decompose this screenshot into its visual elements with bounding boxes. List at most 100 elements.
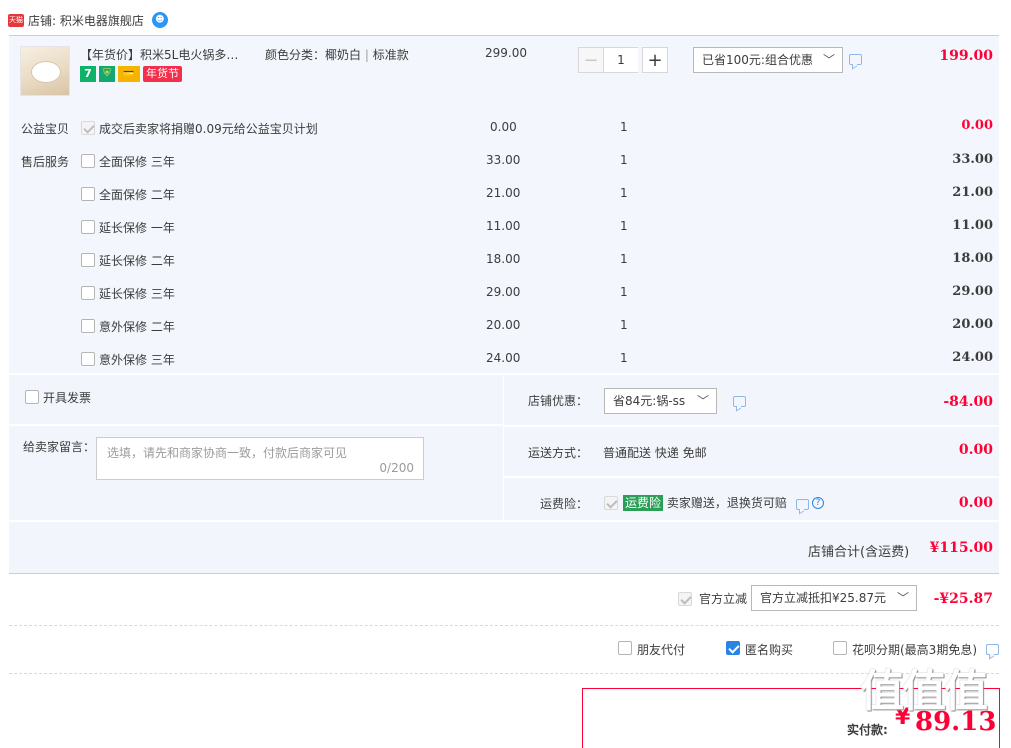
aftersale-label: 售后服务 bbox=[21, 155, 70, 169]
charity-checkbox bbox=[81, 121, 95, 135]
aftersale-option-label: 全面保修 三年 bbox=[99, 155, 175, 169]
message-label: 给卖家留言： bbox=[23, 440, 96, 454]
product-thumbnail[interactable] bbox=[20, 46, 70, 96]
aftersale-checkbox[interactable] bbox=[81, 286, 95, 300]
aftersale-option-total: 33.00 bbox=[952, 152, 993, 167]
aftersale-option-qty: 1 bbox=[620, 219, 628, 233]
aftersale-option-total: 21.00 bbox=[952, 185, 993, 200]
tmall-logo: 天猫 bbox=[8, 13, 24, 27]
item-total: 199.00 bbox=[939, 48, 993, 64]
sku-color: 颜色分类：椰奶白 bbox=[265, 48, 362, 62]
aftersale-checkbox[interactable] bbox=[81, 187, 95, 201]
friend-pay-checkbox[interactable] bbox=[618, 641, 632, 655]
official-discount-select[interactable]: 官方立减抵扣¥25.87元 ﹀ bbox=[751, 585, 917, 611]
anonymous-buy-checkbox[interactable] bbox=[726, 641, 740, 655]
shop-discount-label: 店铺优惠： bbox=[528, 394, 589, 408]
shop-header: 天猫 店铺: 积米电器旗舰店 ☻ bbox=[8, 10, 168, 30]
aftersale-option-qty: 1 bbox=[620, 318, 628, 332]
divider bbox=[9, 424, 503, 426]
aftersale-option-total: 29.00 bbox=[952, 284, 993, 299]
shop-total-label: 店铺合计(含运费) bbox=[808, 545, 910, 560]
wangwang-chat-icon[interactable]: ☻ bbox=[151, 12, 168, 28]
insurance-checkbox bbox=[604, 496, 618, 510]
divider bbox=[504, 425, 999, 427]
shop-discount-value: 省84元:锅-ss bbox=[613, 394, 686, 408]
aftersale-option-qty: 1 bbox=[620, 153, 628, 167]
aftersale-option-price: 21.00 bbox=[486, 186, 521, 200]
charity-price: 0.00 bbox=[490, 120, 517, 134]
official-discount-label: 官方立减 bbox=[699, 592, 748, 606]
official-discount-amount: -¥25.87 bbox=[933, 591, 993, 607]
aftersale-option-qty: 1 bbox=[620, 186, 628, 200]
credit-card-icon: 💳 bbox=[118, 66, 140, 82]
divider-vertical bbox=[503, 375, 504, 520]
aftersale-option-total: 11.00 bbox=[952, 218, 993, 233]
charity-label: 公益宝贝 bbox=[21, 122, 70, 136]
item-promo-select[interactable]: 已省100元:组合优惠 ﹀ bbox=[693, 47, 843, 73]
new-year-festival-badge: 年货节 bbox=[143, 66, 182, 82]
aftersale-option-price: 24.00 bbox=[486, 351, 521, 365]
aftersale-option-total: 18.00 bbox=[952, 251, 993, 266]
shop-total-amount: ¥115.00 bbox=[929, 540, 993, 556]
aftersale-option-qty: 1 bbox=[620, 285, 628, 299]
aftersale-checkbox[interactable] bbox=[81, 220, 95, 234]
discount-chat-icon[interactable] bbox=[733, 396, 746, 407]
aftersale-option-label: 意外保修 二年 bbox=[99, 320, 175, 334]
shipping-method: 普通配送 快递 免邮 bbox=[603, 446, 707, 460]
aftersale-option-price: 29.00 bbox=[486, 285, 521, 299]
aftersale-checkbox[interactable] bbox=[81, 352, 95, 366]
message-char-count: 0/200 bbox=[379, 461, 414, 475]
aftersale-option-label: 全面保修 二年 bbox=[99, 188, 175, 202]
quantity-stepper: − 1 + bbox=[578, 47, 668, 73]
charity-total: 0.00 bbox=[961, 118, 993, 133]
item-promo-value: 已省100元:组合优惠 bbox=[702, 53, 813, 67]
divider bbox=[504, 476, 999, 478]
quantity-input[interactable]: 1 bbox=[604, 47, 638, 73]
aftersale-option-price: 33.00 bbox=[486, 153, 521, 167]
quantity-plus-button[interactable]: + bbox=[642, 47, 668, 73]
shop-discount-select[interactable]: 省84元:锅-ss ﹀ bbox=[604, 388, 717, 414]
aftersale-option-price: 18.00 bbox=[486, 252, 521, 266]
official-discount-checkbox bbox=[678, 592, 692, 606]
chevron-down-icon: ﹀ bbox=[822, 53, 835, 67]
huabei-checkbox[interactable] bbox=[833, 641, 847, 655]
sku-info: 颜色分类：椰奶白 | 标准款 bbox=[265, 46, 409, 63]
divider bbox=[9, 673, 999, 674]
insurance-tag: 运费险 bbox=[623, 495, 664, 511]
aftersale-option-total: 20.00 bbox=[952, 317, 993, 332]
aftersale-option-label: 延长保修 三年 bbox=[99, 287, 175, 301]
invoice-checkbox[interactable] bbox=[25, 390, 39, 404]
unit-price: 299.00 bbox=[485, 46, 527, 60]
message-textarea[interactable]: 选填，请先和商家协商一致，付款后商家可见 0/200 bbox=[96, 437, 424, 480]
insurance-text: 卖家赠送，退换货可赔 bbox=[666, 496, 787, 510]
sku-separator: | bbox=[364, 48, 369, 62]
divider bbox=[9, 625, 999, 626]
quantity-minus-button[interactable]: − bbox=[578, 47, 604, 73]
huabei-chat-icon[interactable] bbox=[986, 644, 999, 655]
chevron-down-icon: ﹀ bbox=[896, 591, 909, 605]
product-name-link[interactable]: 【年货价】积米5L电火锅多功能家用电热锅 bbox=[80, 46, 250, 63]
aftersale-option-price: 11.00 bbox=[486, 219, 521, 233]
aftersale-checkbox[interactable] bbox=[81, 154, 95, 168]
insurance-info: 运费险 卖家赠送，退换货可赔 bbox=[623, 494, 787, 511]
aftersale-option-label: 意外保修 三年 bbox=[99, 353, 175, 367]
seven-day-return-icon: 7 bbox=[80, 66, 96, 82]
aftersale-checkbox[interactable] bbox=[81, 253, 95, 267]
product-badges: 7 ⛨ 💳 年货节 bbox=[80, 66, 182, 82]
aftersale-option-total: 24.00 bbox=[952, 350, 993, 365]
insurance-chat-icon[interactable] bbox=[796, 499, 809, 510]
charity-text: 成交后卖家将捐赠0.09元给公益宝贝计划 bbox=[99, 122, 318, 136]
divider bbox=[9, 520, 999, 522]
aftersale-checkbox[interactable] bbox=[81, 319, 95, 333]
shipping-amount: 0.00 bbox=[958, 442, 993, 458]
charity-qty: 1 bbox=[620, 120, 628, 134]
site-watermark: 值值值 bbox=[860, 666, 988, 717]
shop-name-link[interactable]: 店铺: 积米电器旗舰店 bbox=[28, 12, 144, 29]
shipping-label: 运送方式： bbox=[528, 446, 589, 460]
aftersale-option-qty: 1 bbox=[620, 351, 628, 365]
help-question-icon[interactable]: ? bbox=[812, 497, 824, 509]
pay-label: 实付款: bbox=[847, 723, 888, 737]
order-item-block: 【年货价】积米5L电火锅多功能家用电热锅 7 ⛨ 💳 年货节 颜色分类：椰奶白 … bbox=[9, 35, 999, 373]
promo-chat-icon[interactable] bbox=[849, 54, 862, 65]
friend-pay-label: 朋友代付 bbox=[637, 643, 686, 657]
